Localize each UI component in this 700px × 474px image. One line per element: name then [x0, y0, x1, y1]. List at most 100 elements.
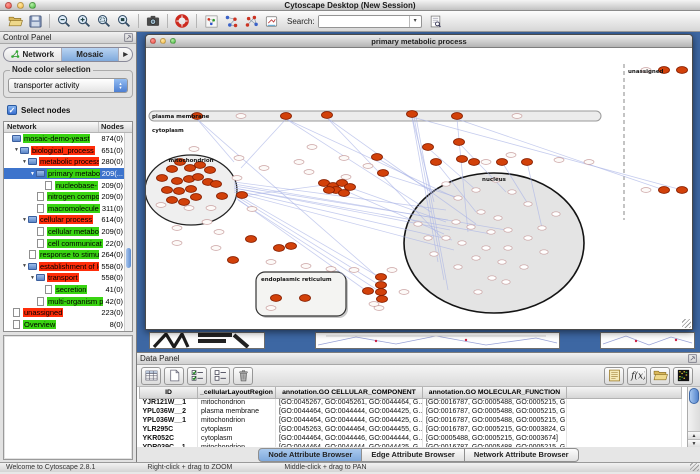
table-cell[interactable]: [GO:0044464, GO:0044444, GO:0044425, G..… — [276, 443, 423, 447]
table-cell[interactable]: [GO:0016787, GO:0005488, GO:0005215, G..… — [423, 416, 567, 425]
background-window[interactable] — [315, 332, 560, 349]
tree-scroll-thumb[interactable] — [126, 248, 131, 268]
search-config-icon[interactable] — [426, 12, 446, 30]
table-cell[interactable]: YPL036W__1 — [140, 416, 198, 425]
tree-row-metabolic-process[interactable]: ▼metabolic process280(0) — [4, 156, 132, 168]
window-resize-grip[interactable] — [682, 319, 691, 328]
tree-row-biological-process[interactable]: ▼biological_process651(0) — [4, 145, 132, 157]
table-scrollbar[interactable]: ▲ ▼ — [687, 387, 700, 447]
app-resize-grip[interactable] — [690, 462, 699, 471]
network-canvas[interactable]: plasma membranecytoplasmmitochondrionnuc… — [146, 48, 692, 329]
tree-row-response-to-stimulu[interactable]: response to stimulu264(0) — [4, 249, 132, 261]
column-header[interactable]: annotation.GO MOLECULAR_FUNCTION — [423, 387, 567, 398]
zoom-fit-icon[interactable] — [114, 12, 134, 30]
table-row[interactable]: YJR121W__1mitochondrion[GO:0045267, GO:0… — [140, 398, 682, 407]
tree-row-macromolecule[interactable]: macromolecule311(0) — [4, 203, 132, 215]
column-header[interactable]: _cellularLayoutRegion — [198, 387, 276, 398]
tab-mosaic[interactable]: Mosaic — [62, 48, 120, 61]
table-cell[interactable]: [GO:0044464, GO:0044444, GO:0044425, G..… — [276, 407, 423, 416]
table-cell[interactable]: plasma membrane — [198, 407, 276, 416]
table-cell[interactable]: mitochondrion — [198, 398, 276, 407]
tree-row-cell-communicat[interactable]: cell communicat22(0) — [4, 237, 132, 249]
network-view-window[interactable]: primary metabolic process plasma membran… — [145, 34, 693, 330]
table-cell[interactable]: YDR039C__1 — [140, 443, 198, 447]
unselect-attributes-icon[interactable] — [210, 367, 230, 385]
heatmap-icon[interactable] — [673, 367, 693, 385]
expand-arrow-icon[interactable]: ▼ — [29, 171, 36, 177]
function-builder-icon[interactable]: f(x) — [627, 367, 647, 385]
import-attributes-icon[interactable] — [650, 367, 670, 385]
tab-network[interactable]: Network — [4, 48, 62, 61]
save-icon[interactable] — [25, 12, 45, 30]
search-dropdown-icon[interactable]: ▾ — [409, 16, 421, 27]
attribute-matrix-icon[interactable] — [141, 367, 161, 385]
select-nodes-checkbox[interactable]: ✓ — [7, 105, 17, 115]
scroll-down-icon[interactable]: ▼ — [688, 439, 700, 447]
tree-row-unassigned[interactable]: unassigned223(0) — [4, 307, 132, 319]
app-titlebar[interactable]: Cytoscape Desktop (New Session) — [0, 0, 700, 11]
tab-network-attribute-browser[interactable]: Network Attribute Browser — [465, 448, 579, 462]
zoom-in-icon[interactable] — [74, 12, 94, 30]
table-cell[interactable]: YJR121W__1 — [140, 398, 198, 407]
tree-row-nucleobase-[interactable]: nucleobase-209(0) — [4, 179, 132, 191]
table-cell[interactable]: [GO:0016787, GO:0005488, GO:0005215, G..… — [423, 398, 567, 407]
expand-arrow-icon[interactable]: ▼ — [21, 159, 28, 165]
table-cell[interactable]: YKR052C — [140, 434, 198, 443]
table-cell[interactable]: [GO:0005488, GO:0005215, GO:0003674] — [423, 434, 567, 443]
table-row[interactable]: YKR052Ccytoplasm[GO:0044464, GO:0044446,… — [140, 434, 682, 443]
tree-row-transport[interactable]: ▼transport558(0) — [4, 272, 132, 284]
tree-row-secretion[interactable]: secretion41(0) — [4, 284, 132, 296]
network-graph[interactable]: plasma membranecytoplasmmitochondrionnuc… — [146, 48, 692, 329]
table-row[interactable]: YDR039C__1mitochondrion[GO:0044464, GO:0… — [140, 443, 682, 447]
tree-row-multi-organism-pro[interactable]: multi-organism pro42(0) — [4, 295, 132, 307]
tab-overflow-icon[interactable]: ▶ — [119, 48, 132, 61]
zoom-selected-icon[interactable] — [94, 12, 114, 30]
new-attribute-icon[interactable] — [164, 367, 184, 385]
expand-arrow-icon[interactable]: ▼ — [13, 147, 20, 153]
open-icon[interactable] — [5, 12, 25, 30]
column-header[interactable]: annotation.GO CELLULAR_COMPONENT — [276, 387, 423, 398]
tree-row-overview[interactable]: Overview8(0) — [4, 319, 132, 331]
background-window[interactable] — [600, 332, 695, 349]
tree-row-cellular-process[interactable]: ▼cellular process614(0) — [4, 214, 132, 226]
table-cell[interactable]: YLR295C — [140, 425, 198, 434]
notes-icon[interactable] — [604, 367, 624, 385]
snapshot-icon[interactable] — [143, 12, 163, 30]
tree-column-nodes[interactable]: Nodes — [98, 122, 132, 132]
table-cell[interactable]: cytoplasm — [198, 434, 276, 443]
table-cell[interactable]: mitochondrion — [198, 416, 276, 425]
tree-scrollbar[interactable] — [124, 133, 132, 331]
column-header[interactable]: ID — [140, 387, 198, 398]
expand-arrow-icon[interactable]: ▼ — [21, 217, 28, 223]
table-cell[interactable]: [GO:0045263, GO:0044464, GO:0044455, G..… — [276, 425, 423, 434]
help-icon[interactable] — [172, 12, 192, 30]
table-cell[interactable]: [GO:0045267, GO:0045261, GO:0044464, G..… — [276, 398, 423, 407]
network-overview-icon[interactable] — [201, 12, 221, 30]
table-cell[interactable]: YPL036W__2 — [140, 407, 198, 416]
search-input[interactable] — [319, 16, 409, 27]
float-panel-icon[interactable] — [124, 29, 133, 47]
table-scroll-thumb[interactable] — [689, 388, 699, 404]
tab-edge-attribute-browser[interactable]: Edge Attribute Browser — [362, 448, 464, 462]
delete-attribute-icon[interactable] — [233, 367, 253, 385]
table-cell[interactable]: [GO:0044464, GO:0044444, GO:0044425, G..… — [276, 416, 423, 425]
table-cell[interactable]: [GO:0016787, GO:0005488, GO:0005215, G..… — [423, 443, 567, 447]
select-attributes-icon[interactable] — [187, 367, 207, 385]
tree-row-nitrogen-compo[interactable]: nitrogen compo209(0) — [4, 191, 132, 203]
network-window-titlebar[interactable]: primary metabolic process — [146, 35, 692, 48]
expand-arrow-icon[interactable]: ▼ — [21, 263, 28, 269]
tree-row-cellular-metabo[interactable]: cellular metabo209(0) — [4, 226, 132, 238]
background-window[interactable] — [149, 332, 265, 349]
birdseye-view[interactable] — [3, 335, 133, 460]
expand-arrow-icon[interactable]: ▼ — [29, 275, 36, 281]
tree-column-network[interactable]: Network — [4, 122, 98, 132]
table-cell[interactable]: mitochondrion — [198, 443, 276, 447]
table-cell[interactable]: [GO:0016787, GO:0005215, GO:0003824, G..… — [423, 425, 567, 434]
table-cell[interactable]: cytoplasm — [198, 425, 276, 434]
tree-row-establishment-of-lo[interactable]: ▼establishment of lo558(0) — [4, 261, 132, 273]
table-cell[interactable]: [GO:0044464, GO:0044446, GO:0044444, G..… — [276, 434, 423, 443]
node-color-dropdown[interactable]: transporter activity ▲▼ — [8, 78, 128, 93]
table-row[interactable]: YPL036W__1mitochondrion[GO:0044464, GO:0… — [140, 416, 682, 425]
tab-node-attribute-browser[interactable]: Node Attribute Browser — [258, 448, 362, 462]
table-row[interactable]: YPL036W__2plasma membrane[GO:0044464, GO… — [140, 407, 682, 416]
